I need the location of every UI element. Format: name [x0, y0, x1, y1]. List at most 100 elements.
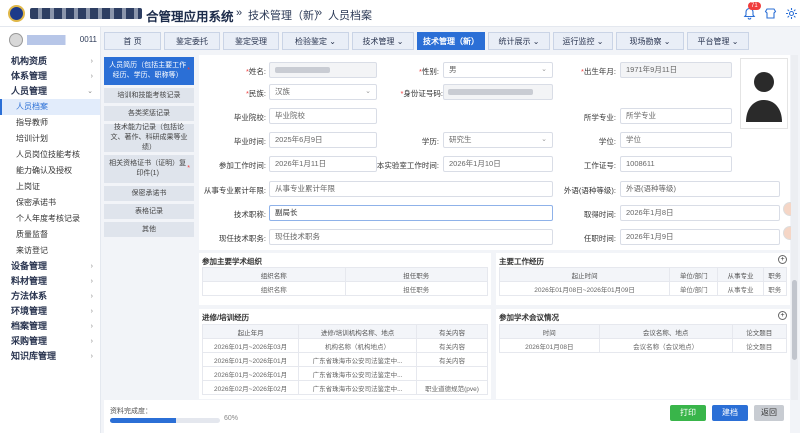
tech-title-field[interactable]: 副局长	[269, 205, 553, 221]
table-cell: 2026年01月~2026年03月	[201, 338, 300, 353]
chevron-icon: ›	[90, 323, 93, 330]
nav-tab[interactable]: 检验鉴定 ⌄	[282, 32, 349, 50]
tenure-field[interactable]: 2026年1月9日	[620, 229, 780, 245]
nav-tab[interactable]: 统计展示 ⌄	[488, 32, 550, 50]
chevron-icon: ›	[90, 58, 93, 65]
id-number-field[interactable]	[443, 84, 553, 100]
gender-select[interactable]: 男 ⌄	[443, 62, 553, 78]
column-header: 担任职务	[344, 267, 488, 282]
panel-title: 参加主要学术组织	[202, 257, 262, 266]
lang-field[interactable]: 外语(语种等级)	[620, 181, 780, 197]
sidebar-item[interactable]: 人员档案	[0, 99, 100, 115]
sidebar-group[interactable]: 人员管理 ⌄	[0, 84, 100, 99]
section-tab[interactable]: 保密承诺书	[104, 186, 194, 201]
section-tab[interactable]: 技术能力记录（包括论文、著作、科研成果等业绩）	[104, 124, 194, 152]
chevron-icon: ›	[90, 293, 93, 300]
nav-tab[interactable]: 鉴定委托	[164, 32, 220, 50]
section-tab[interactable]: 其他	[104, 222, 194, 237]
nav-tab[interactable]: 首 页	[104, 32, 161, 50]
table-row[interactable]: 2026年01月~2026年01月 广东省珠海市公安司法鉴定中... 有关内容	[201, 352, 489, 367]
nav-tab[interactable]: 技术管理 ⌄	[352, 32, 414, 50]
table-row[interactable]: 2026年01月~2026年03月 机构名称（机构地点） 有关内容	[201, 338, 489, 353]
table-cell: 有关内容	[415, 352, 489, 367]
sidebar-group[interactable]: 机构资质 ›	[0, 54, 100, 69]
sidebar-group[interactable]: 方法体系 ›	[0, 289, 100, 304]
ethnic-select[interactable]: 汉族 ⌄	[269, 84, 377, 100]
name-field[interactable]	[269, 62, 377, 78]
sidebar-group[interactable]: 档案管理 ›	[0, 319, 100, 334]
nav-tab[interactable]: 现场勘察 ⌄	[616, 32, 684, 50]
id-label: *身份证号码:	[400, 89, 443, 98]
sidebar-item[interactable]: 能力确认及授权	[0, 163, 100, 179]
breadcrumb-item-archive[interactable]: 人员档案	[328, 7, 372, 23]
footer-bar: 资料完成度： 60% 打印 建档 返回	[104, 400, 790, 433]
nav-tab[interactable]: 平台管理 ⌄	[687, 32, 749, 50]
sidebar-item[interactable]: 上岗证	[0, 179, 100, 195]
profile-form: *姓名: *性别: 男 ⌄ *出生年月: 1971年9月11日 *民族: 汉族 ⌄ …	[199, 55, 790, 250]
get-time-field[interactable]: 2026年1月8日	[620, 205, 780, 221]
print-button[interactable]: 打印	[670, 405, 706, 421]
work-start-field[interactable]: 2026年1月11日	[269, 156, 377, 172]
sidebar-item[interactable]: 来访登记	[0, 243, 100, 259]
birth-date-field[interactable]: 1971年9月11日	[620, 62, 732, 78]
sidebar-item[interactable]: 质量监督	[0, 227, 100, 243]
sidebar-group[interactable]: 环境管理 ›	[0, 304, 100, 319]
add-row-icon[interactable]: +	[778, 255, 787, 264]
sidebar-group[interactable]: 采购管理 ›	[0, 334, 100, 349]
section-tab[interactable]: 相关资格证书（证明）复印件(1) *	[104, 155, 194, 183]
nav-tab[interactable]: 运行监控 ⌄	[553, 32, 613, 50]
table-row[interactable]: 组织名称 担任职务	[202, 281, 488, 296]
major-field[interactable]: 所学专业	[620, 108, 732, 124]
section-tab[interactable]: 表格记录	[104, 204, 194, 219]
table-row[interactable]: 2026年01月~2026年01月 广东省珠海市公安司法鉴定中...	[201, 366, 489, 381]
section-tab[interactable]: 各类奖惩记录	[104, 106, 194, 121]
add-row-icon[interactable]: +	[778, 311, 787, 320]
degree-label: 学位:	[598, 137, 616, 146]
wardrobe-icon[interactable]	[764, 7, 777, 20]
sidebar-group[interactable]: 体系管理 ›	[0, 69, 100, 84]
archive-button[interactable]: 建档	[712, 405, 748, 421]
gear-icon[interactable]	[785, 7, 798, 20]
lab-start-field[interactable]: 2026年1月10日	[443, 156, 553, 172]
sidebar-item[interactable]: 保密承诺书	[0, 195, 100, 211]
section-tab[interactable]: 人员简历（包括主要工作经历、学历、职称等） *	[104, 57, 194, 85]
system-title: 合管理应用系统	[146, 10, 234, 24]
table-row[interactable]: 2026年02月~2026年02月 广东省珠海市公安司法鉴定中... 职业道德规范(…	[201, 380, 489, 395]
table-cell: 担任职务	[344, 281, 488, 296]
user-info[interactable]: 0011	[0, 27, 100, 54]
table-cell: 广东省珠海市公安司法鉴定中...	[298, 366, 417, 381]
table-cell: 广东省珠海市公安司法鉴定中...	[298, 352, 417, 367]
panel-title: 参加学术会议情况	[499, 313, 559, 322]
work-no-field[interactable]: 1008611	[620, 156, 732, 172]
table-cell: 2026年01月08日	[499, 338, 600, 353]
grad-label: 毕业时间:	[233, 137, 266, 146]
breadcrumb-sep: »	[236, 7, 243, 19]
breadcrumb-item-tech[interactable]: 技术管理（新）	[248, 7, 325, 23]
page-scrollbar[interactable]	[791, 55, 798, 400]
sidebar-group[interactable]: 料材管理 ›	[0, 274, 100, 289]
sidebar-item[interactable]: 个人年度考核记录	[0, 211, 100, 227]
sidebar-menu: 机构资质 › 体系管理 › 人员管理 ⌄ 人员档案 指导教师 培训计划 人员岗位技能考核 能力确认及…	[0, 54, 100, 364]
years-field[interactable]: 从事专业累计年限	[269, 181, 553, 197]
work-no-label: 工作证号:	[583, 161, 616, 170]
chevron-icon: ›	[90, 338, 93, 345]
nav-tab[interactable]: 技术管理（新）	[417, 32, 485, 50]
degree-field[interactable]: 学位	[620, 132, 732, 148]
table-row[interactable]: 2026年01月08日 会议名称（会议地点） 论文题目	[499, 338, 788, 353]
table-cell: 广东省珠海市公安司法鉴定中...	[298, 380, 417, 395]
sidebar-item[interactable]: 指导教师	[0, 115, 100, 131]
sidebar-group[interactable]: 设备管理 ›	[0, 259, 100, 274]
sidebar-item[interactable]: 人员岗位技能考核	[0, 147, 100, 163]
school-field[interactable]: 毕业院校	[269, 108, 377, 124]
grad-date-field[interactable]: 2025年6月9日	[269, 132, 377, 148]
chevron-icon: ›	[90, 73, 93, 80]
sidebar-group[interactable]: 知识库管理 ›	[0, 349, 100, 364]
edu-select[interactable]: 研究生 ⌄	[443, 132, 553, 148]
post-field[interactable]: 现任技术职务	[269, 229, 553, 245]
table-row[interactable]: 2026年01月08日~2026年01月09日 单位/部门 从事专业 职务	[498, 281, 788, 296]
back-button[interactable]: 返回	[754, 405, 784, 421]
section-tab[interactable]: 培训和技能考核记录	[104, 88, 194, 103]
nav-tab[interactable]: 鉴定受理	[223, 32, 279, 50]
table-cell: 从事专业	[717, 281, 764, 296]
sidebar-item[interactable]: 培训计划	[0, 131, 100, 147]
